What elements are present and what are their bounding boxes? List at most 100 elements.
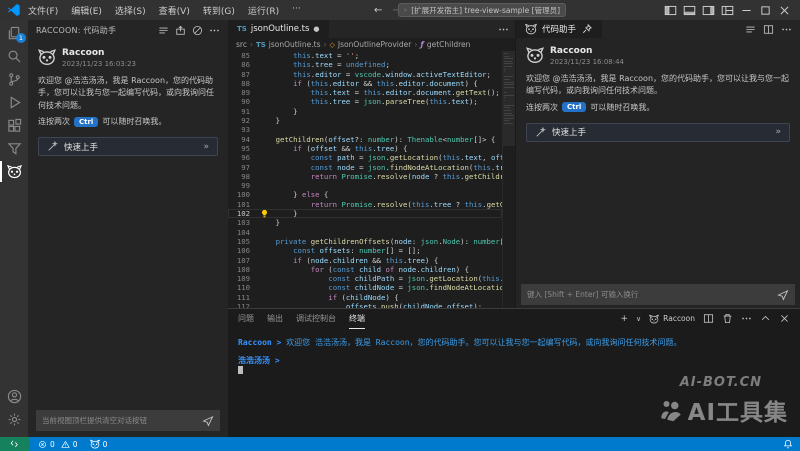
new-terminal-icon[interactable]: + [621, 314, 629, 324]
activity-item-source-control[interactable] [0, 68, 28, 91]
activity-item-raccoon[interactable] [0, 160, 28, 183]
split-editor-icon[interactable] [763, 24, 774, 35]
minimap[interactable] [502, 51, 515, 308]
raccoon-status[interactable]: 0 [90, 439, 108, 449]
activity-item-explorer[interactable]: 1 [0, 22, 28, 45]
terminal-list-item[interactable]: Raccoon [649, 314, 695, 324]
panel-tab-item[interactable]: 输出 [267, 309, 283, 329]
code-line-100[interactable]: 100 } else { [228, 190, 502, 199]
new-chat-icon[interactable] [175, 25, 186, 36]
send-icon[interactable] [202, 415, 214, 427]
panel-tab-item[interactable]: 调试控制台 [296, 309, 336, 329]
panel-tab-item[interactable]: 问题 [238, 309, 254, 329]
remote-indicator[interactable] [0, 437, 30, 451]
minimize-icon[interactable] [740, 4, 753, 17]
menu-item-4[interactable]: 查看(V) [159, 4, 190, 17]
more-actions-icon[interactable] [781, 24, 792, 35]
menu-item-7[interactable]: ··· [292, 4, 301, 17]
menu-item-2[interactable]: 编辑(E) [71, 4, 102, 17]
more-actions-icon[interactable] [741, 313, 752, 324]
modified-dot-icon[interactable]: ● [313, 25, 319, 33]
code-line-109[interactable]: 109 const childPath = json.getLocation(t… [228, 274, 502, 283]
problems-status[interactable]: 0 0 [38, 440, 78, 449]
code-line-88[interactable]: 88 if (this.editor && this.editor.docume… [228, 79, 502, 88]
pin-icon[interactable] [581, 23, 593, 35]
activity-item-settings-gear[interactable] [0, 408, 28, 431]
remote-window-icon [10, 439, 20, 449]
code-line-101[interactable]: 101 return Promise.resolve(this.tree ? t… [228, 200, 502, 209]
activity-item-extensions[interactable] [0, 114, 28, 137]
code-line-107[interactable]: 107 if (node.children && this.tree) { [228, 256, 502, 265]
code-area[interactable]: 85 this.text = '';86 this.tree = undefin… [228, 51, 502, 308]
code-line-103[interactable]: 103 } [228, 218, 502, 227]
breadcrumb-method[interactable]: getChildren [427, 40, 471, 49]
quickstart-button[interactable]: 快速上手 » [526, 123, 790, 142]
code-line-92[interactable]: 92 } [228, 116, 502, 125]
code-line-85[interactable]: 85 this.text = ''; [228, 51, 502, 60]
more-actions-icon[interactable] [209, 25, 220, 36]
code-line-104[interactable]: 104 [228, 228, 502, 237]
toggle-secondary-sidebar-icon[interactable] [702, 4, 715, 17]
panel-tab-terminal-active[interactable]: 终端 [349, 309, 365, 329]
activity-item-run-debug[interactable] [0, 91, 28, 114]
code-line-99[interactable]: 99 [228, 181, 502, 190]
menu-item-5[interactable]: 转到(G) [203, 4, 235, 17]
code-line-98[interactable]: 98 return Promise.resolve(node ? this.ge… [228, 172, 502, 181]
stop-icon[interactable] [192, 25, 203, 36]
assistant-input[interactable] [527, 290, 772, 299]
code-line-95[interactable]: 95 if (offset && this.tree) { [228, 144, 502, 153]
kill-terminal-icon[interactable] [722, 313, 733, 324]
tab-jsonoutline[interactable]: TS jsonOutline.ts ● [228, 20, 329, 38]
toggle-sidebar-icon[interactable] [664, 4, 677, 17]
customize-layout-icon[interactable] [721, 4, 734, 17]
activity-item-search[interactable] [0, 45, 28, 68]
code-line-89[interactable]: 89 this.text = this.editor.document.getT… [228, 88, 502, 97]
code-line-105[interactable]: 105 private getChildrenOffsets(node: jso… [228, 237, 502, 246]
code-line-87[interactable]: 87 this.editor = vscode.window.activeTex… [228, 70, 502, 79]
activity-item-funnel[interactable] [0, 137, 28, 160]
code-line-97[interactable]: 97 const node = json.findNodeAtLocation(… [228, 163, 502, 172]
menu-item-6[interactable]: 运行(R) [248, 4, 279, 17]
split-terminal-icon[interactable] [703, 313, 714, 324]
code-line-102[interactable]: 102 } [228, 209, 502, 218]
breadcrumb: src › TS jsonOutline.ts › ◇ JsonOutlineP… [228, 38, 515, 51]
code-line-96[interactable]: 96 const path = json.getLocation(this.te… [228, 153, 502, 162]
code-line-110[interactable]: 110 const childNode = json.findNodeAtLoc… [228, 283, 502, 292]
window-search-box[interactable]: [扩展开发宿主] tree-view-sample [管理员] [398, 3, 566, 17]
breadcrumb-class[interactable]: JsonOutlineProvider [338, 40, 411, 49]
right-panel-title: 代码助手 [542, 23, 576, 35]
breadcrumb-file[interactable]: jsonOutline.ts [269, 40, 321, 49]
send-icon[interactable] [777, 289, 789, 301]
right-panel-actions [745, 24, 800, 35]
code-line-90[interactable]: 90 this.tree = json.parseTree(this.text)… [228, 97, 502, 106]
nav-back-icon[interactable]: ← [374, 5, 382, 16]
quickstart-button[interactable]: 快速上手 » [38, 137, 218, 156]
code-text: } [258, 107, 502, 116]
code-text: const childPath = json.getLocation(this.… [258, 274, 502, 283]
terminal-dropdown-icon[interactable]: ∨ [636, 315, 641, 323]
maximize-icon[interactable] [759, 4, 772, 17]
tab-code-assistant[interactable]: 代码助手 [516, 20, 602, 38]
code-line-108[interactable]: 108 for (const child of node.children) { [228, 265, 502, 274]
more-actions-icon[interactable] [498, 24, 509, 35]
code-line-91[interactable]: 91 } [228, 107, 502, 116]
terminal[interactable]: Raccoon > 欢迎您 浩浩汤汤，我是 Raccoon，您的代码助手。您可以… [238, 338, 794, 433]
breadcrumb-src[interactable]: src [236, 40, 247, 49]
notifications-bell-icon[interactable] [783, 439, 793, 449]
menu-item-3[interactable]: 选择(S) [115, 4, 146, 17]
lightbulb-icon[interactable] [260, 209, 269, 218]
toggle-panel-icon[interactable] [683, 4, 696, 17]
code-line-94[interactable]: 94 getChildren(offset?: number): Thenabl… [228, 135, 502, 144]
activity-item-account[interactable] [0, 385, 28, 408]
sidebar-chat-input[interactable] [42, 416, 197, 425]
clear-chat-icon[interactable] [158, 25, 169, 36]
clear-chat-icon[interactable] [745, 24, 756, 35]
code-line-106[interactable]: 106 const offsets: number[] = []; [228, 246, 502, 255]
code-line-111[interactable]: 111 if (childNode) { [228, 293, 502, 302]
code-line-93[interactable]: 93 [228, 125, 502, 134]
close-panel-icon[interactable] [779, 313, 790, 324]
menu-item-1[interactable]: 文件(F) [28, 4, 58, 17]
code-line-86[interactable]: 86 this.tree = undefined; [228, 60, 502, 69]
close-icon[interactable] [778, 4, 791, 17]
maximize-panel-icon[interactable] [760, 313, 771, 324]
